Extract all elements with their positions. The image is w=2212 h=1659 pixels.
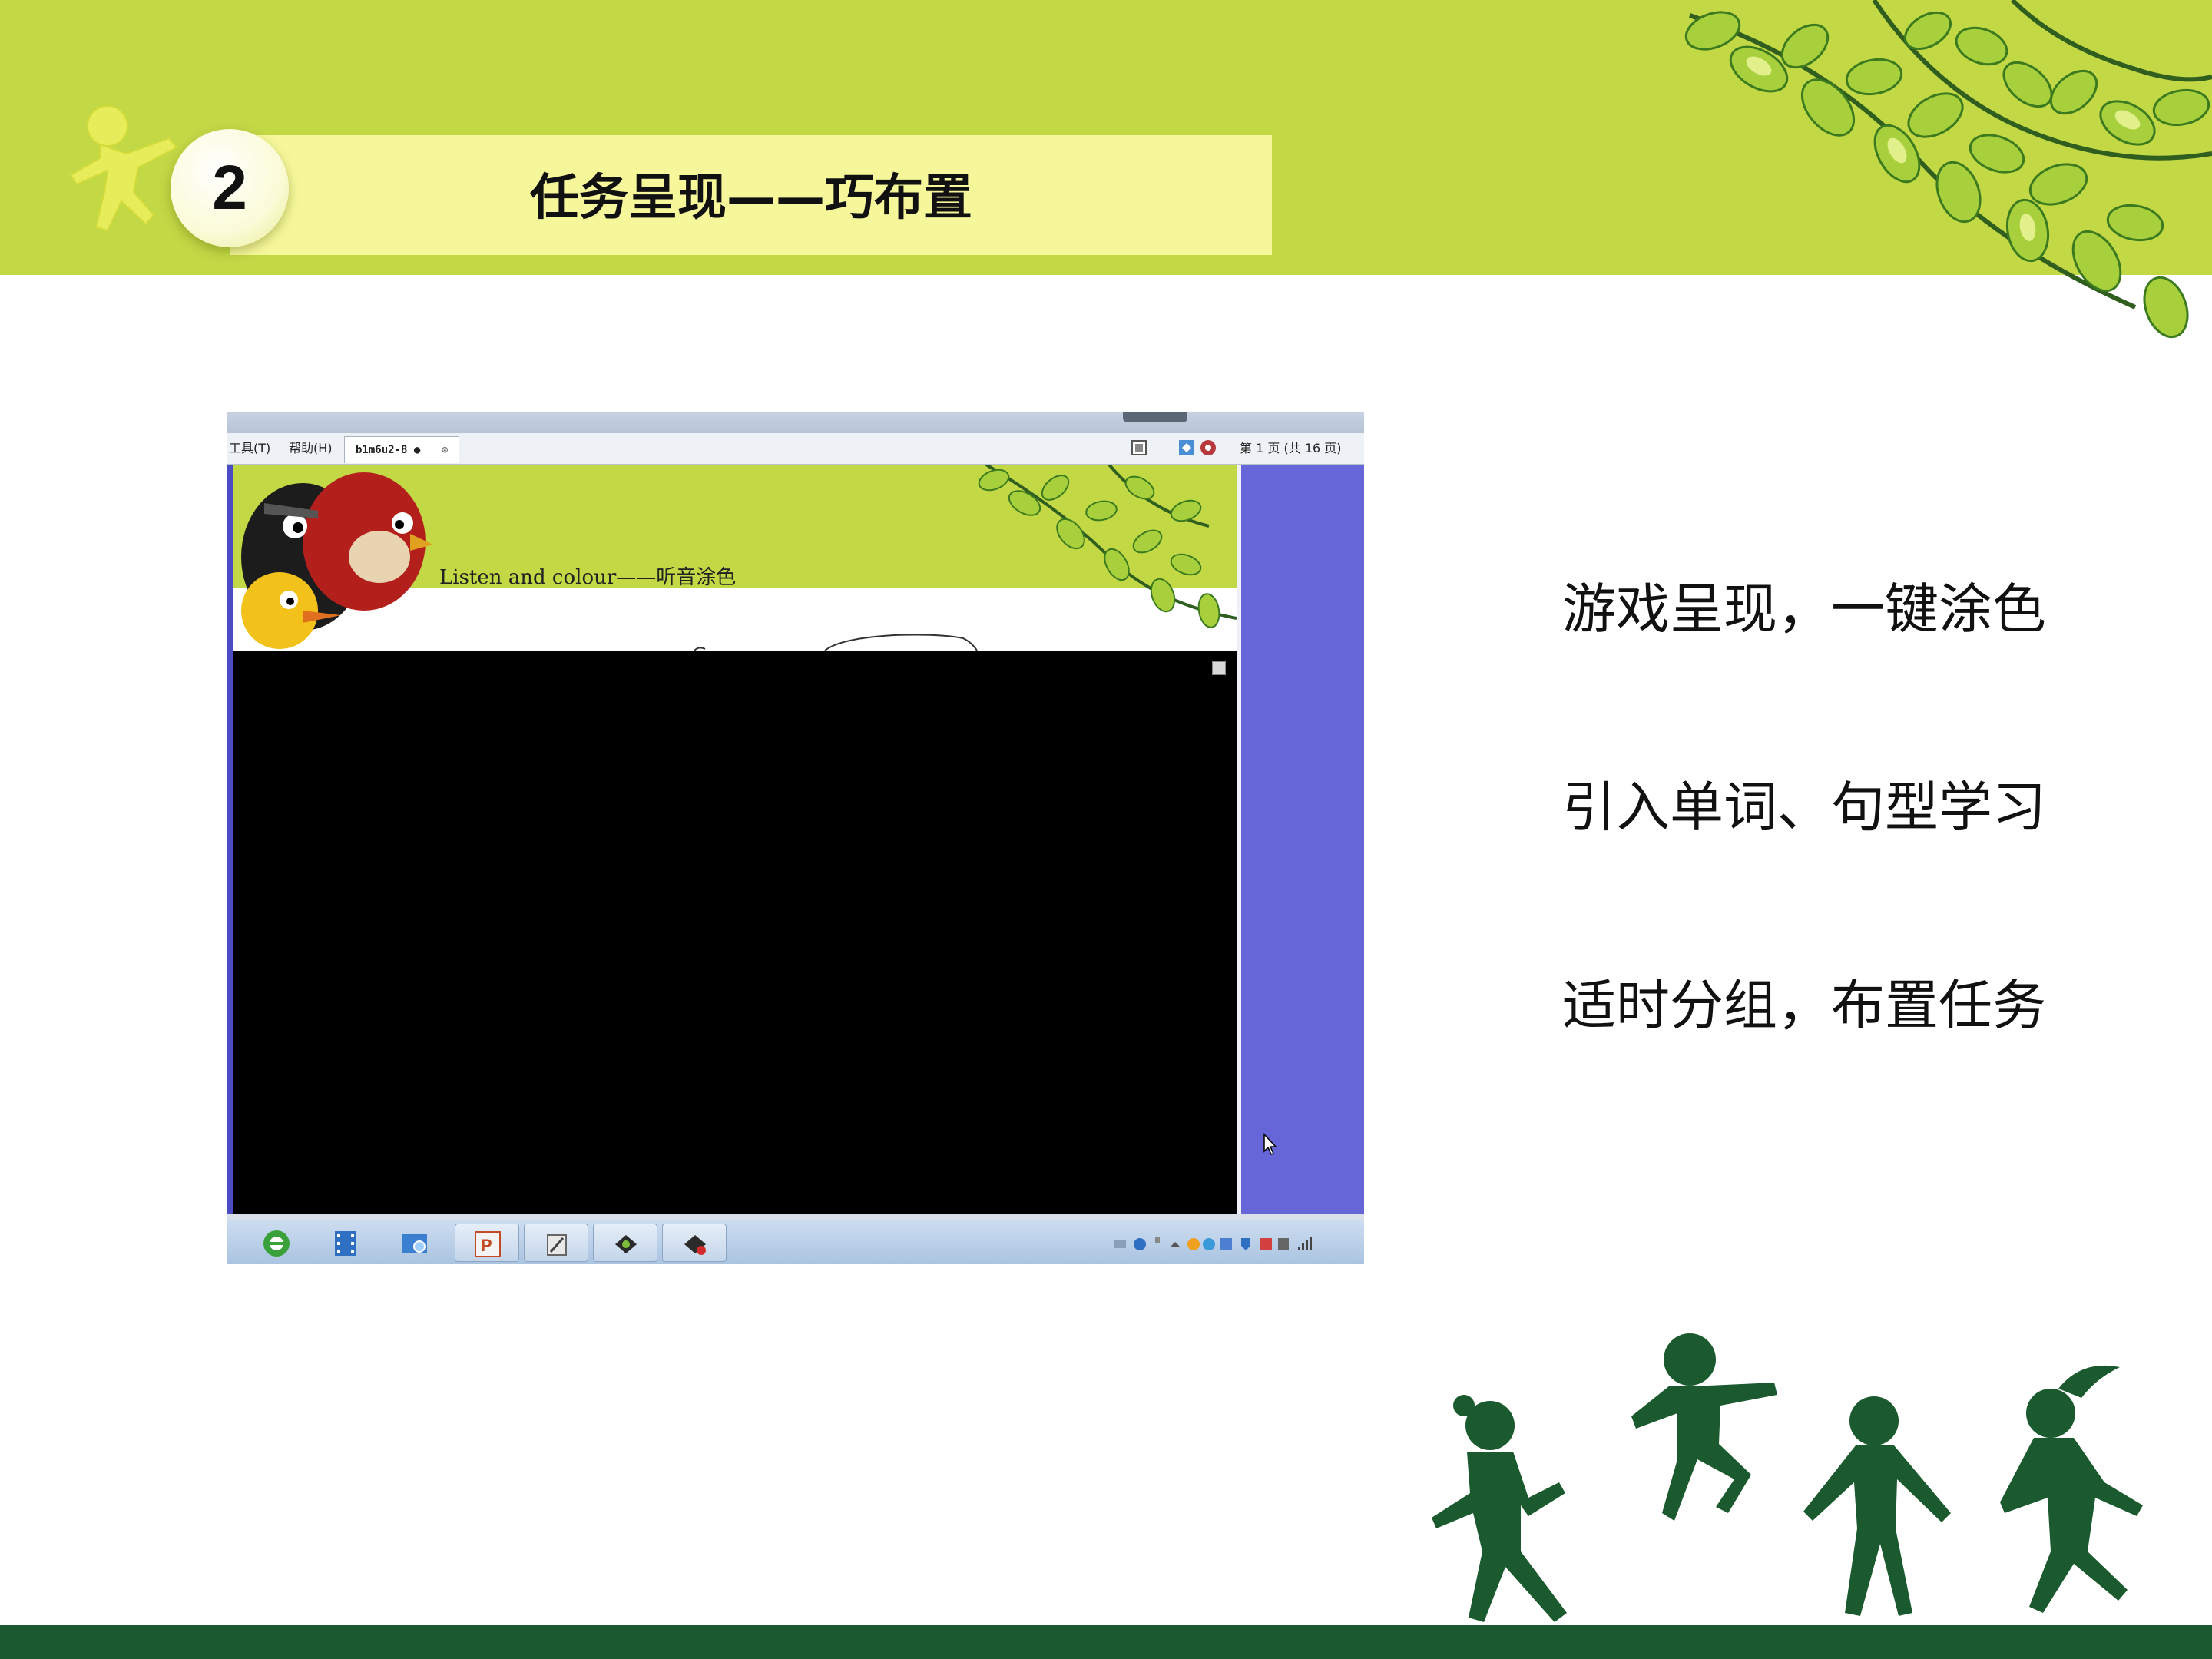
menu-tools[interactable]: 工具(T) [229, 441, 270, 456]
bullet-3: 适时分组，布置任务 [1562, 974, 2046, 1037]
record-icon[interactable] [1200, 439, 1217, 456]
bullet-1: 游戏呈现，一键涂色 [1562, 578, 2046, 641]
footer-bar [0, 1625, 2212, 1659]
section-number-badge: 2 [171, 129, 289, 247]
embedded-screenshot: 工具(T) 帮助(H) b1m6u2-8 ● ⊗ 第 1 页 (共 16 页) [227, 412, 1364, 1264]
tool-icon [547, 1234, 567, 1256]
taskbar-media[interactable] [313, 1224, 378, 1262]
menu-help[interactable]: 帮助(H) [289, 441, 333, 456]
browser-icon [263, 1230, 290, 1257]
taskbar-network[interactable] [382, 1224, 447, 1262]
slide-content: Listen and colour——听音涂色 [233, 465, 1237, 651]
children-silhouettes [1432, 1333, 2143, 1622]
fit-page-icon[interactable] [1131, 439, 1147, 456]
powerpoint-icon: P [475, 1231, 501, 1257]
network-icon [402, 1234, 427, 1253]
slide-title: 任务呈现——巧布置 [530, 170, 972, 227]
app-icon [615, 1235, 637, 1253]
video-placeholder[interactable] [233, 651, 1237, 1214]
video-maximize-button[interactable] [1212, 661, 1226, 675]
content-caption: Listen and colour——听音涂色 [439, 566, 737, 589]
taskbar-app-2[interactable] [662, 1224, 727, 1262]
tab-close-icon[interactable]: ⊗ [442, 437, 448, 463]
taskbar-app[interactable] [593, 1224, 657, 1262]
taskbar-tool[interactable] [524, 1224, 588, 1262]
slideshow-area: Listen and colour——听音涂色 [227, 465, 1364, 1214]
window-titlebar [227, 412, 1364, 433]
annotate-icon[interactable] [1178, 439, 1195, 456]
taskbar-browser[interactable] [244, 1224, 309, 1262]
document-tab-label: b1m6u2-8 ● [356, 444, 421, 456]
document-tab[interactable]: b1m6u2-8 ● ⊗ [344, 436, 459, 463]
right-divider [1237, 465, 1241, 1214]
leaves-decoration [1684, 0, 2212, 339]
left-edge [227, 465, 233, 1214]
svg-text:P: P [481, 1236, 492, 1255]
mouse-cursor-icon [1263, 1133, 1277, 1155]
film-icon [335, 1231, 356, 1256]
window-grip[interactable] [1123, 412, 1187, 422]
app-icon-2 [684, 1235, 706, 1255]
bullet-2: 引入单词、句型学习 [1562, 776, 2046, 839]
taskbar-powerpoint[interactable]: P [455, 1224, 519, 1262]
menubar: 工具(T) 帮助(H) b1m6u2-8 ● ⊗ 第 1 页 (共 16 页) [227, 433, 1364, 465]
page-indicator: 第 1 页 (共 16 页) [1240, 441, 1342, 455]
taskbar: P [227, 1220, 1364, 1264]
sketch-outline [694, 634, 978, 651]
system-tray[interactable] [1111, 1234, 1356, 1254]
